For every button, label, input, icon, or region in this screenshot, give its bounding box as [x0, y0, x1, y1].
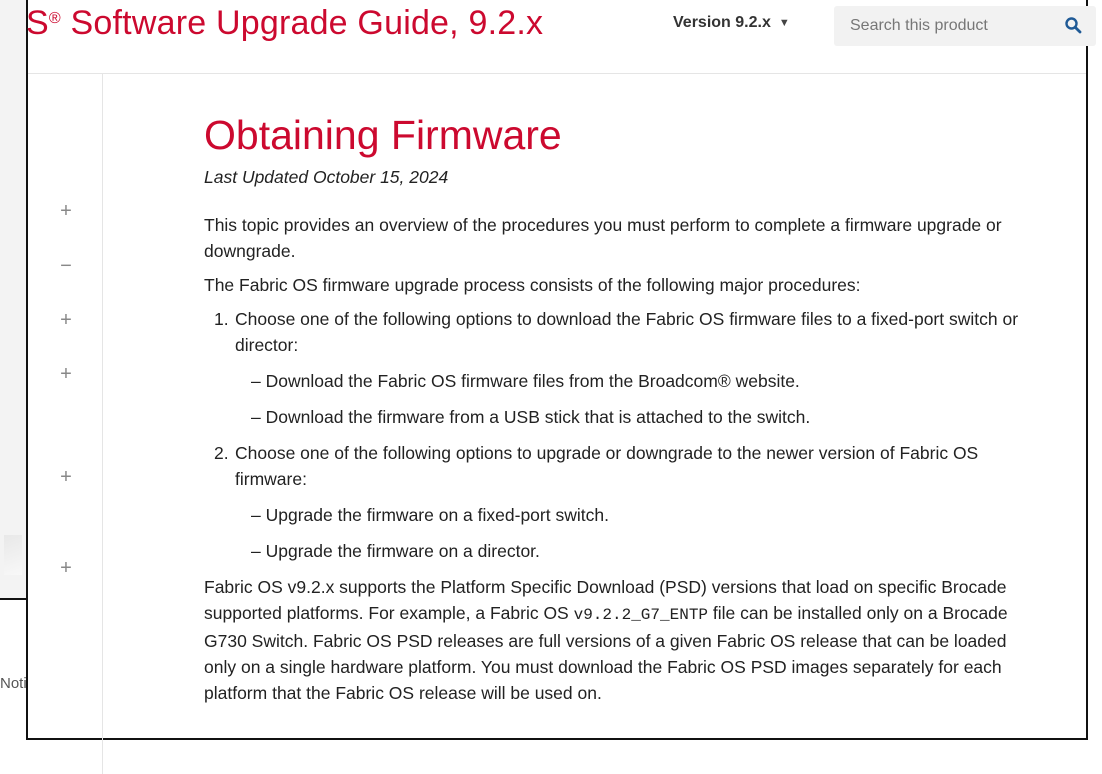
version-label: Version 9.2.x [673, 14, 771, 31]
step-text: Choose one of the following options to u… [235, 443, 979, 489]
chevron-down-icon: ▼ [778, 17, 790, 29]
search-icon[interactable] [1064, 16, 1082, 34]
step-number: 2. [214, 443, 229, 463]
expand-toggle-6[interactable]: + [56, 558, 76, 578]
step-number: 1. [214, 309, 229, 329]
registered-mark: ® [48, 10, 61, 27]
version-dropdown[interactable]: Version 9.2.x ▼ [673, 14, 790, 32]
step-options: – Download the Fabric OS firmware files … [235, 368, 1034, 430]
expand-toggle-3[interactable]: + [56, 310, 76, 330]
guide-title-prefix: S [26, 4, 49, 42]
guide-title: S® Software Upgrade Guide, 9.2.x [26, 4, 543, 43]
expand-toggle-1[interactable]: + [56, 201, 76, 221]
toc-sidebar: + − + + + + [28, 74, 103, 774]
expand-toggle-5[interactable]: + [56, 467, 76, 487]
search-input[interactable] [848, 16, 1062, 36]
procedure-list: 1. Choose one of the following options t… [204, 306, 1034, 564]
process-intro-paragraph: The Fabric OS firmware upgrade process c… [204, 275, 861, 295]
option-item: – Upgrade the firmware on a director. [251, 541, 540, 561]
search-box [834, 6, 1096, 46]
procedure-step-1: 1. Choose one of the following options t… [204, 306, 1034, 430]
collapse-toggle-2[interactable]: − [56, 256, 76, 276]
background-panel [0, 0, 28, 600]
guide-title-text: Software Upgrade Guide, 9.2.x [70, 4, 544, 42]
documentation-window: S® Software Upgrade Guide, 9.2.x Version… [26, 0, 1096, 774]
option-item: – Download the Fabric OS firmware files … [251, 371, 800, 391]
step-options: – Upgrade the firmware on a fixed-port s… [235, 502, 1034, 564]
background-graphic [4, 535, 22, 575]
procedure-step-2: 2. Choose one of the following options t… [204, 440, 1034, 564]
expand-toggle-4[interactable]: + [56, 364, 76, 384]
intro-paragraph: This topic provides an overview of the p… [204, 215, 1002, 261]
article-content: Obtaining Firmware Last Updated October … [204, 106, 1034, 706]
step-text: Choose one of the following options to d… [235, 309, 1019, 355]
page-header: S® Software Upgrade Guide, 9.2.x Version… [26, 0, 1096, 74]
psd-filename-code: v9.2.2_G7_ENTP [573, 606, 709, 624]
option-item: – Download the firmware from a USB stick… [251, 407, 811, 427]
psd-paragraph: Fabric OS v9.2.x supports the Platform S… [204, 574, 1034, 706]
last-updated: Last Updated October 15, 2024 [204, 167, 449, 187]
option-item: – Upgrade the firmware on a fixed-port s… [251, 505, 609, 525]
page-title: Obtaining Firmware [204, 112, 562, 158]
